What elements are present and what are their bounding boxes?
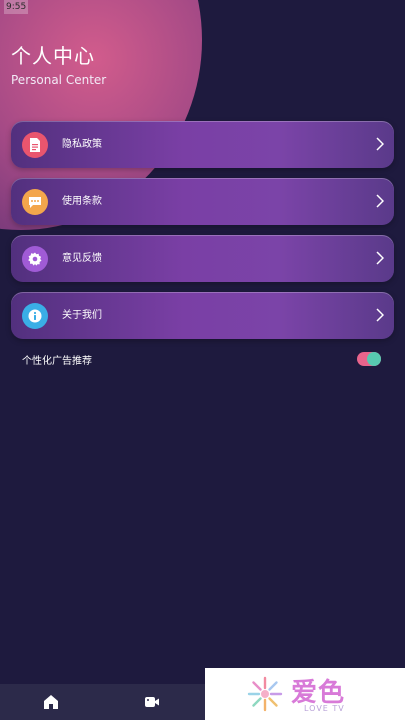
watermark-logo: 爱色 LOVE TV [205, 668, 405, 720]
chat-bubble-icon [22, 189, 48, 215]
video-camera-icon[interactable] [143, 693, 161, 711]
personalized-ads-toggle[interactable] [357, 352, 381, 366]
chevron-right-icon [376, 251, 384, 265]
screen: 9:55 个人中心 Personal Center 隐私政策 使用条款 意见反馈… [0, 0, 405, 720]
snowflake-logo-icon [247, 676, 283, 712]
page-title: 个人中心 [11, 44, 95, 68]
menu-item-label: 隐私政策 [62, 139, 102, 150]
status-bar: 9:55 [0, 0, 405, 14]
menu-item-about-us[interactable]: 关于我们 [11, 292, 394, 339]
info-icon [22, 303, 48, 329]
menu-item-label: 意见反馈 [62, 253, 102, 264]
menu-item-terms-of-use[interactable]: 使用条款 [11, 178, 394, 225]
status-time: 9:55 [4, 0, 29, 14]
document-icon [22, 132, 48, 158]
menu-item-feedback[interactable]: 意见反馈 [11, 235, 394, 282]
settings-menu: 隐私政策 使用条款 意见反馈 关于我们 [11, 121, 394, 349]
chevron-right-icon [376, 308, 384, 322]
watermark-subtitle: LOVE TV [304, 704, 345, 713]
personalized-ads-label: 个性化广告推荐 [22, 356, 92, 367]
chevron-right-icon [376, 137, 384, 151]
menu-item-label: 关于我们 [62, 310, 102, 321]
page-subtitle: Personal Center [11, 73, 107, 87]
gear-icon [22, 246, 48, 272]
menu-item-label: 使用条款 [62, 196, 102, 207]
chevron-right-icon [376, 194, 384, 208]
personalized-ads-row: 个性化广告推荐 [22, 350, 382, 370]
menu-item-privacy-policy[interactable]: 隐私政策 [11, 121, 394, 168]
toggle-knob [367, 352, 381, 366]
home-icon[interactable] [42, 693, 60, 711]
